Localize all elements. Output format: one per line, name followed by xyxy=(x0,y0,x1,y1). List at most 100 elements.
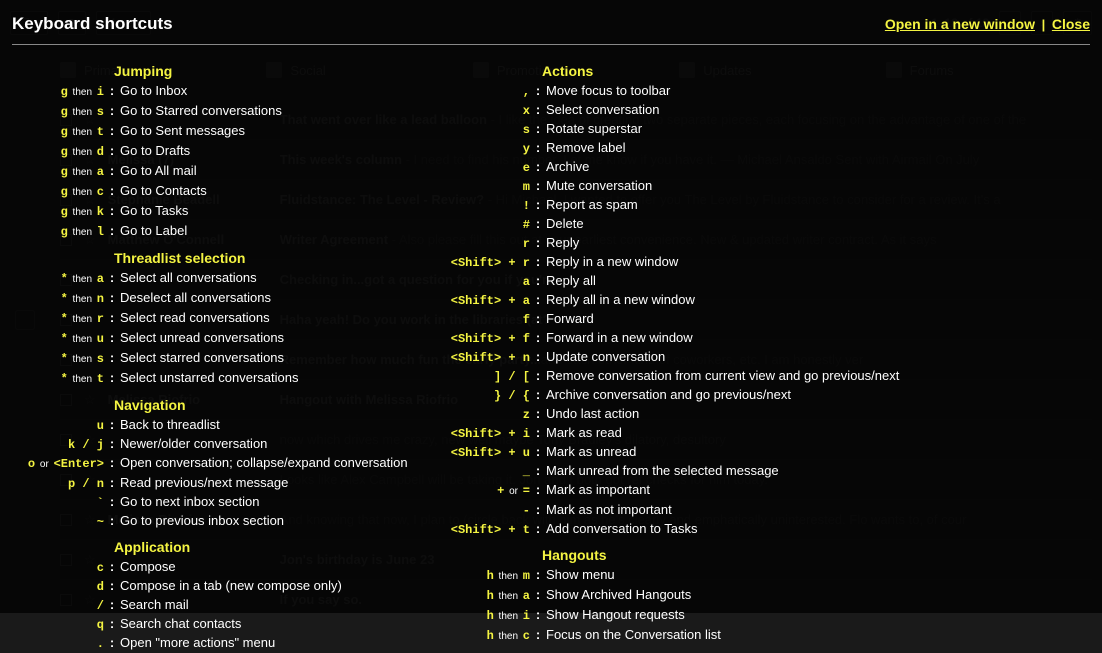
shortcut-row: g then d:Go to Drafts xyxy=(12,142,412,162)
shortcut-row: u:Back to threadlist xyxy=(12,416,412,435)
shortcut-desc: Forward xyxy=(546,310,594,328)
shortcut-desc: Report as spam xyxy=(546,196,638,214)
shortcut-keys: * then u xyxy=(12,330,104,349)
shortcut-row: <Shift> + a:Reply all in a new window xyxy=(432,291,1090,310)
shortcut-row: h then m:Show menu xyxy=(432,566,1090,586)
shortcut-keys: k / j xyxy=(12,436,104,454)
shortcut-keys: h then i xyxy=(432,607,530,626)
shortcut-keys: o or <Enter> xyxy=(12,455,104,474)
shortcut-desc: Reply all xyxy=(546,272,596,290)
shortcut-keys: c xyxy=(12,559,104,577)
shortcut-keys: ~ xyxy=(12,513,104,531)
shortcut-desc: Compose in a tab (new compose only) xyxy=(120,577,342,595)
shortcut-keys: * then a xyxy=(12,270,104,289)
shortcut-desc: Mark as read xyxy=(546,424,622,442)
shortcut-keys: g then c xyxy=(12,183,104,202)
shortcut-keys: <Shift> + i xyxy=(432,425,530,443)
shortcut-keys: q xyxy=(12,616,104,634)
shortcut-desc: Undo last action xyxy=(546,405,639,423)
shortcut-row: h then a:Show Archived Hangouts xyxy=(432,586,1090,606)
close-link[interactable]: Close xyxy=(1052,16,1090,32)
shortcut-desc: Go to next inbox section xyxy=(120,493,259,511)
shortcut-row: z:Undo last action xyxy=(432,405,1090,424)
shortcut-desc: Focus on the Conversation list xyxy=(546,626,721,644)
shortcut-desc: Archive conversation and go previous/nex… xyxy=(546,386,791,404)
open-new-window-link[interactable]: Open in a new window xyxy=(885,16,1035,32)
shortcut-keys: r xyxy=(432,235,530,253)
shortcut-desc: Open conversation; collapse/expand conve… xyxy=(120,454,408,472)
shortcut-row: #:Delete xyxy=(432,215,1090,234)
shortcut-desc: Go to All mail xyxy=(120,162,197,180)
shortcut-desc: Remove conversation from current view an… xyxy=(546,367,899,385)
shortcut-keys: h then m xyxy=(432,567,530,586)
shortcut-row: o or <Enter>:Open conversation; collapse… xyxy=(12,454,412,474)
shortcut-keys: * then s xyxy=(12,350,104,369)
shortcut-desc: Rotate superstar xyxy=(546,120,642,138)
shortcut-desc: Show menu xyxy=(546,566,615,584)
shortcut-row: !:Report as spam xyxy=(432,196,1090,215)
shortcut-desc: Go to Starred conversations xyxy=(120,102,282,120)
shortcut-keys: e xyxy=(432,159,530,177)
shortcut-desc: Go to Sent messages xyxy=(120,122,245,140)
shortcut-desc: Mark as important xyxy=(546,481,650,499)
shortcut-row: y:Remove label xyxy=(432,139,1090,158)
shortcut-keys: , xyxy=(432,83,530,101)
section-title: Threadlist selection xyxy=(114,250,412,266)
shortcut-desc: Select starred conversations xyxy=(120,349,284,367)
shortcut-row: h then i:Show Hangout requests xyxy=(432,606,1090,626)
shortcut-desc: Go to Label xyxy=(120,222,187,240)
shortcut-row: g then l:Go to Label xyxy=(12,222,412,242)
panel-header: Keyboard shortcuts Open in a new window … xyxy=(12,14,1090,45)
shortcuts-panel: Keyboard shortcuts Open in a new window … xyxy=(0,0,1102,613)
shortcut-keys: ! xyxy=(432,197,530,215)
shortcut-desc: Forward in a new window xyxy=(546,329,693,347)
shortcut-keys: g then d xyxy=(12,143,104,162)
shortcut-keys: } / { xyxy=(432,387,530,405)
shortcuts-column-right: Actions,:Move focus to toolbarx:Select c… xyxy=(432,55,1090,653)
shortcut-keys: h then a xyxy=(432,587,530,606)
shortcut-desc: Search chat contacts xyxy=(120,615,241,633)
shortcut-desc: Search mail xyxy=(120,596,189,614)
shortcut-desc: Deselect all conversations xyxy=(120,289,271,307)
shortcut-desc: Back to threadlist xyxy=(120,416,220,434)
shortcut-row: x:Select conversation xyxy=(432,101,1090,120)
shortcut-keys: # xyxy=(432,216,530,234)
shortcut-desc: Move focus to toolbar xyxy=(546,82,670,100)
shortcut-row: * then t:Select unstarred conversations xyxy=(12,369,412,389)
shortcut-keys: g then a xyxy=(12,163,104,182)
shortcut-row: ,:Move focus to toolbar xyxy=(432,82,1090,101)
shortcut-row: * then s:Select starred conversations xyxy=(12,349,412,369)
shortcut-row: <Shift> + n:Update conversation xyxy=(432,348,1090,367)
shortcut-row: <Shift> + f:Forward in a new window xyxy=(432,329,1090,348)
shortcut-keys: z xyxy=(432,406,530,424)
shortcut-desc: Reply all in a new window xyxy=(546,291,695,309)
shortcut-row: g then t:Go to Sent messages xyxy=(12,122,412,142)
shortcut-keys: ` xyxy=(12,494,104,512)
shortcut-desc: Go to Contacts xyxy=(120,182,207,200)
shortcut-keys: g then l xyxy=(12,223,104,242)
shortcut-keys: . xyxy=(12,635,104,653)
shortcut-keys: u xyxy=(12,417,104,435)
shortcut-keys: g then s xyxy=(12,103,104,122)
shortcut-keys: d xyxy=(12,578,104,596)
shortcut-row: <Shift> + i:Mark as read xyxy=(432,424,1090,443)
shortcut-keys: * then r xyxy=(12,310,104,329)
shortcut-row: ] / [:Remove conversation from current v… xyxy=(432,367,1090,386)
section-title: Application xyxy=(114,539,412,555)
shortcut-keys: ] / [ xyxy=(432,368,530,386)
shortcut-desc: Go to Drafts xyxy=(120,142,190,160)
shortcut-desc: Archive xyxy=(546,158,589,176)
shortcuts-column-left: Jumpingg then i:Go to Inboxg then s:Go t… xyxy=(12,55,412,653)
shortcut-row: d:Compose in a tab (new compose only) xyxy=(12,577,412,596)
shortcut-keys: <Shift> + n xyxy=(432,349,530,367)
shortcut-row: c:Compose xyxy=(12,558,412,577)
shortcut-keys: <Shift> + t xyxy=(432,521,530,539)
shortcut-desc: Newer/older conversation xyxy=(120,435,267,453)
shortcut-row: s:Rotate superstar xyxy=(432,120,1090,139)
shortcut-row: + or =:Mark as important xyxy=(432,481,1090,501)
shortcut-desc: Select unread conversations xyxy=(120,329,284,347)
shortcut-keys: f xyxy=(432,311,530,329)
shortcut-keys: + or = xyxy=(432,482,530,501)
shortcut-desc: Select all conversations xyxy=(120,269,257,287)
shortcut-keys: p / n xyxy=(12,475,104,493)
